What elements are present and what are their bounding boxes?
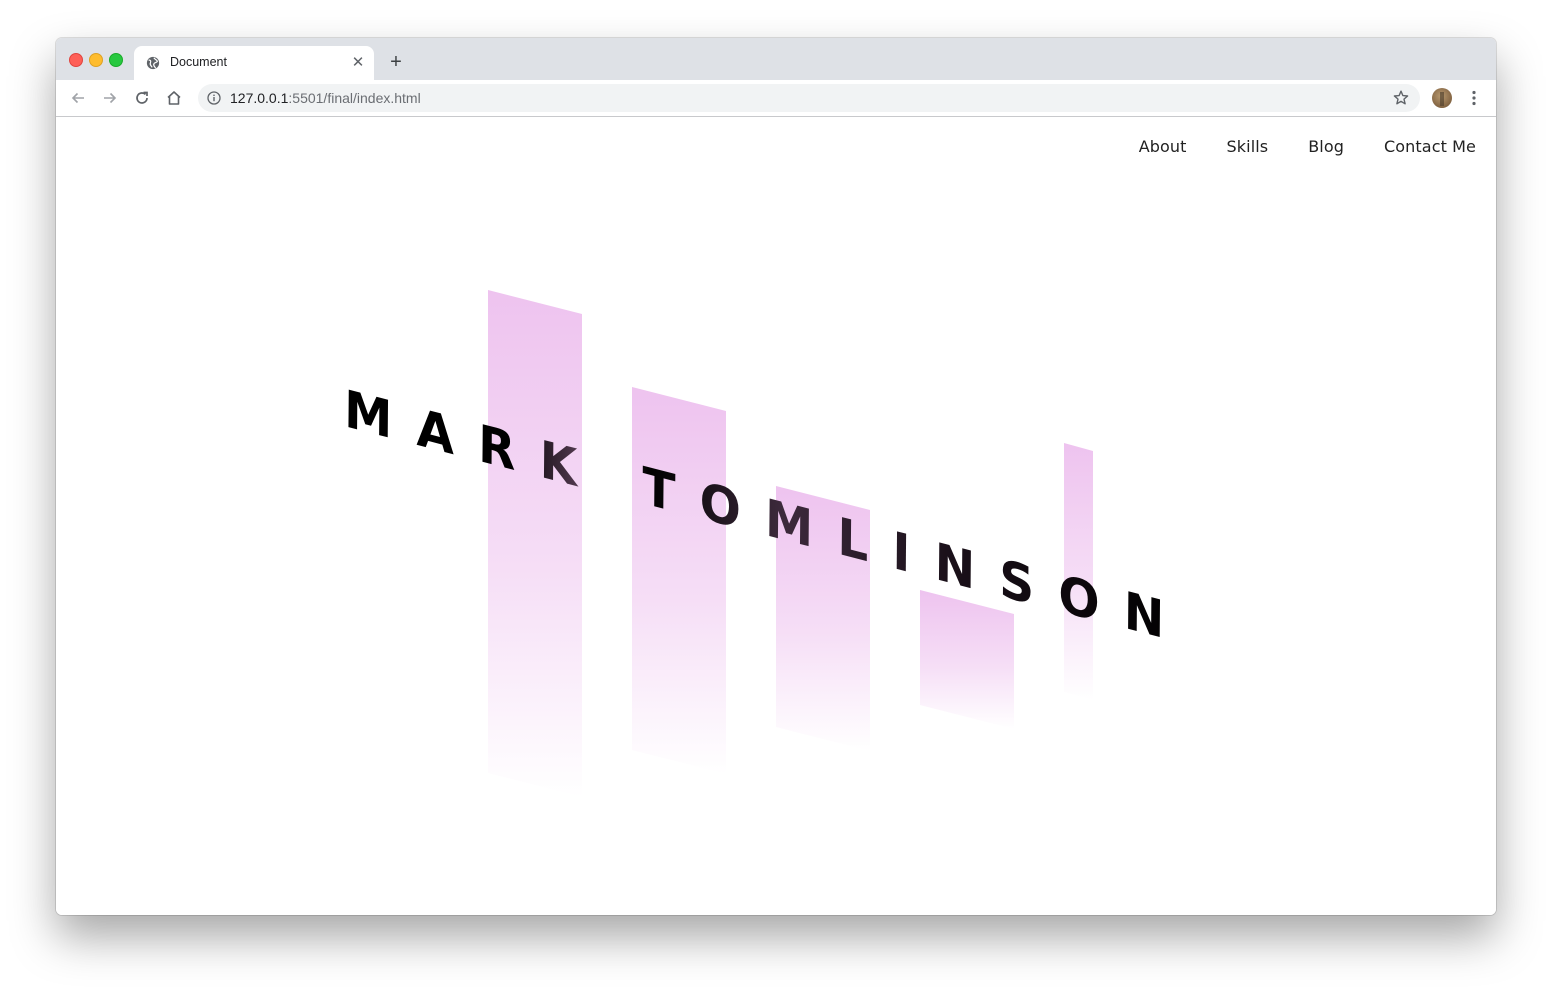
forward-button[interactable] — [97, 85, 123, 111]
arrow-left-icon — [71, 92, 84, 104]
maximize-window-button[interactable] — [109, 53, 123, 67]
tab-strip: Document ✕ + — [56, 38, 1496, 80]
url-host: 127.0.0.1 — [230, 90, 289, 106]
reload-icon — [136, 91, 148, 104]
more-vert-icon[interactable] — [1464, 88, 1484, 108]
hero-name: MARK TOMLINSON — [344, 378, 1189, 656]
nav-link-contact[interactable]: Contact Me — [1384, 137, 1476, 156]
browser-toolbar: 127.0.0.1:5501/final/index.html — [56, 80, 1496, 117]
close-tab-icon[interactable]: ✕ — [350, 55, 366, 71]
hero-bar — [632, 387, 726, 774]
back-button[interactable] — [65, 85, 91, 111]
new-tab-button[interactable]: + — [386, 52, 406, 72]
browser-tab[interactable]: Document ✕ — [134, 46, 374, 80]
url-text: 127.0.0.1:5501/final/index.html — [230, 90, 421, 106]
page-viewport: MARK TOMLINSON About Skills Blog Contact… — [56, 117, 1496, 915]
reload-button[interactable] — [129, 85, 155, 111]
nav-link-about[interactable]: About — [1139, 137, 1187, 156]
nav-link-skills[interactable]: Skills — [1227, 137, 1269, 156]
home-button[interactable] — [161, 85, 187, 111]
bookmark-star-icon[interactable] — [1392, 89, 1410, 107]
arrow-right-icon — [104, 92, 117, 104]
main-nav: About Skills Blog Contact Me — [1139, 137, 1476, 156]
home-icon — [167, 91, 181, 105]
hero-bar — [920, 590, 1014, 729]
url-path: :5501/final/index.html — [288, 90, 421, 106]
address-bar[interactable]: 127.0.0.1:5501/final/index.html — [198, 84, 1420, 112]
hero-bar — [488, 290, 582, 797]
nav-link-blog[interactable]: Blog — [1308, 137, 1344, 156]
profile-avatar[interactable] — [1432, 88, 1452, 108]
globe-icon — [146, 56, 160, 70]
minimize-window-button[interactable] — [89, 53, 103, 67]
close-window-button[interactable] — [69, 53, 83, 67]
browser-window: Document ✕ + 127.0.0.1:5501/final/index.… — [56, 38, 1496, 915]
hero-graphic: MARK TOMLINSON — [344, 290, 1189, 797]
tab-title: Document — [170, 55, 227, 69]
info-icon[interactable] — [207, 91, 221, 105]
